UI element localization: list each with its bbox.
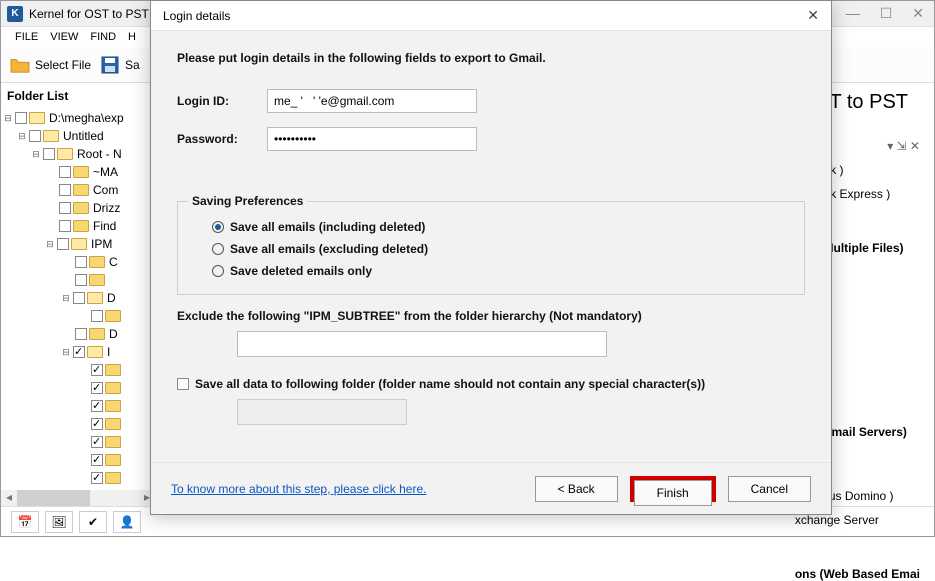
folder-list-panel: Folder List ⊟D:\megha\exp ⊟Untitled ⊟Roo… — [1, 83, 156, 506]
finish-button-highlight: Finish — [630, 476, 716, 502]
login-id-input[interactable] — [267, 89, 477, 113]
image-icon[interactable]: 🖼 — [45, 511, 73, 533]
minimize-button[interactable]: — — [846, 5, 860, 22]
exclude-label: Exclude the following "IPM_SUBTREE" from… — [177, 309, 805, 323]
select-file-label: Select File — [35, 58, 91, 72]
select-file-button[interactable]: Select File — [9, 56, 91, 74]
save-label: Sa — [125, 58, 140, 72]
menu-help[interactable]: H — [128, 31, 136, 43]
radio-all-excluding[interactable]: Save all emails (excluding deleted) — [196, 238, 786, 260]
close-button[interactable]: ✕ — [912, 5, 924, 22]
maximize-button[interactable]: ☐ — [880, 5, 893, 22]
save-to-folder-input — [237, 399, 407, 425]
open-folder-icon — [9, 56, 31, 74]
save-to-folder-label: Save all data to following folder (folde… — [195, 377, 705, 391]
back-button[interactable]: < Back — [535, 476, 618, 502]
menu-file[interactable]: FILE — [15, 31, 38, 43]
finish-button[interactable]: Finish — [634, 480, 712, 506]
save-icon — [99, 55, 121, 75]
dialog-close-icon[interactable]: ✕ — [807, 7, 819, 24]
calendar-icon[interactable]: 📅 — [11, 511, 39, 533]
dest-exchange[interactable]: xchange Server — [795, 513, 920, 527]
login-id-label: Login ID: — [177, 94, 267, 108]
radio-icon — [212, 221, 224, 233]
password-input[interactable] — [267, 127, 477, 151]
exclude-input[interactable] — [237, 331, 607, 357]
group-web-email: ons (Web Based Emai — [795, 567, 920, 581]
dialog-footer: To know more about this step, please cli… — [151, 462, 831, 514]
scroll-left-icon[interactable]: ◂ — [1, 490, 17, 506]
check-icon[interactable]: ✔ — [79, 511, 107, 533]
dialog-instruction: Please put login details in the followin… — [177, 51, 805, 65]
save-to-folder-checkbox[interactable]: Save all data to following folder (folde… — [177, 377, 805, 391]
tree-h-scrollbar[interactable]: ◂ ▸ — [1, 490, 155, 506]
app-icon: K — [7, 6, 23, 22]
radio-icon — [212, 243, 224, 255]
folder-list-title: Folder List — [3, 87, 153, 109]
radio-icon — [212, 265, 224, 277]
saving-preferences-title: Saving Preferences — [188, 194, 307, 208]
folder-tree[interactable]: ⊟D:\megha\exp ⊟Untitled ⊟Root - N ~MA Co… — [3, 109, 153, 487]
radio-all-including[interactable]: Save all emails (including deleted) — [196, 216, 786, 238]
user-icon[interactable]: 👤 — [113, 511, 141, 533]
dialog-title: Login details — [163, 9, 807, 23]
password-label: Password: — [177, 132, 267, 146]
login-details-dialog: Login details ✕ Please put login details… — [150, 0, 832, 515]
saving-preferences-group: Saving Preferences Save all emails (incl… — [177, 201, 805, 295]
dialog-titlebar: Login details ✕ — [151, 1, 831, 31]
menu-find[interactable]: FIND — [90, 31, 116, 43]
menu-view[interactable]: VIEW — [50, 31, 78, 43]
save-button[interactable]: Sa — [99, 55, 140, 75]
radio-deleted-only[interactable]: Save deleted emails only — [196, 260, 786, 282]
cancel-button[interactable]: Cancel — [728, 476, 811, 502]
checkbox-icon — [177, 378, 189, 390]
window-controls: — ☐ ✕ — [846, 5, 924, 22]
help-link[interactable]: To know more about this step, please cli… — [171, 482, 523, 496]
dialog-body: Please put login details in the followin… — [151, 31, 831, 462]
panel-pin-controls[interactable]: ▾ ⇲ ✕ — [887, 139, 920, 153]
